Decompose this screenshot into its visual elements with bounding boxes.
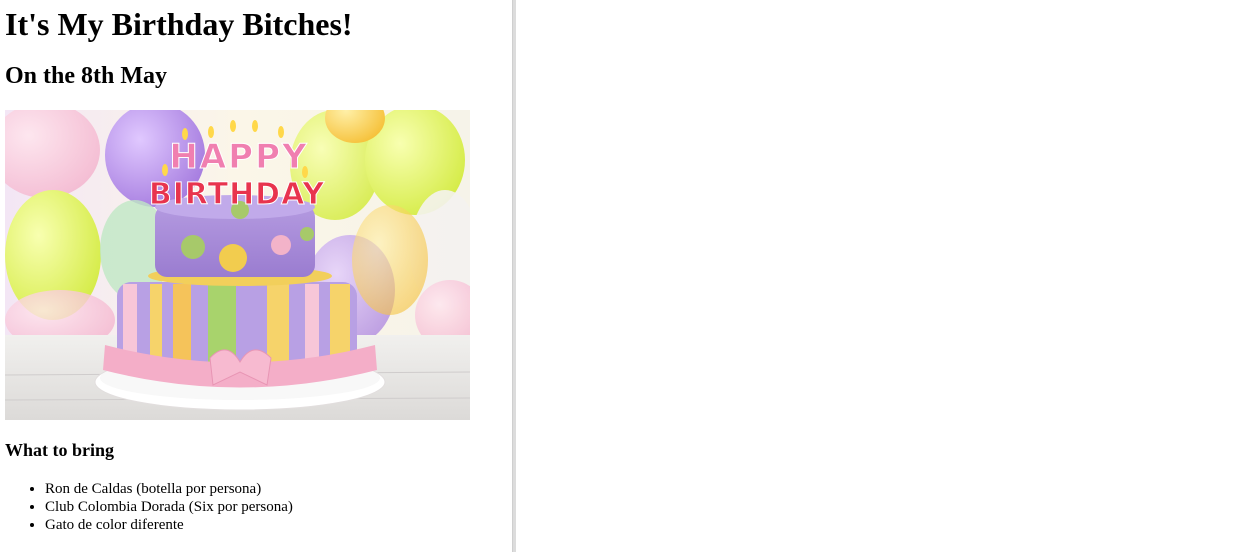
empty-pane (516, 0, 1244, 552)
bring-heading: What to bring (5, 440, 115, 460)
cake-text-birthday: BIRTHDAY (149, 177, 326, 212)
list-item: Ron de Caldas (botella por persona) (45, 480, 293, 498)
bring-list: Ron de Caldas (botella por persona) Club… (5, 480, 293, 534)
list-item: Club Colombia Dorada (Six por persona) (45, 498, 293, 516)
event-date: On the 8th May (5, 63, 167, 89)
list-item: Gato de color diferente (45, 516, 293, 534)
cake-text-happy: HAPPY (169, 137, 308, 177)
page-title: It's My Birthday Bitches! (5, 6, 353, 42)
birthday-cake-image: HAPPY BIRTHDAY (5, 110, 470, 420)
preview-pane: It's My Birthday Bitches! On the 8th May (0, 0, 512, 552)
